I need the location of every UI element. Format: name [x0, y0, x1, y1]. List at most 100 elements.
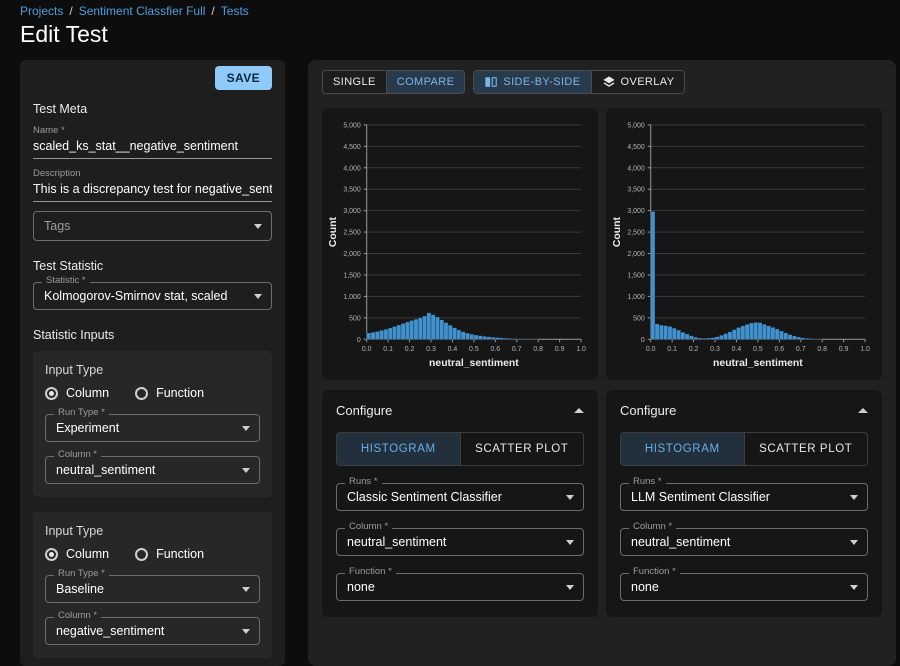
svg-text:0.2: 0.2 — [689, 346, 699, 353]
column-label: Column * — [54, 611, 101, 621]
svg-text:1,000: 1,000 — [627, 294, 645, 301]
svg-text:0.2: 0.2 — [405, 346, 415, 353]
histogram-chart-left: 05001,0001,5002,0002,5003,0003,5004,0004… — [325, 111, 595, 377]
svg-text:0: 0 — [357, 337, 361, 344]
runs-label: Runs * — [345, 477, 382, 487]
svg-text:500: 500 — [349, 315, 361, 322]
radio-function[interactable]: Function — [135, 547, 204, 561]
svg-text:1,000: 1,000 — [343, 294, 361, 301]
overlay-label: OVERLAY — [621, 76, 675, 88]
svg-text:5,000: 5,000 — [627, 122, 645, 129]
column-value: neutral_sentiment — [56, 463, 155, 477]
chevron-down-icon — [242, 426, 250, 431]
breadcrumb-tests[interactable]: Tests — [221, 4, 249, 18]
tab-scatter-plot[interactable]: SCATTER PLOT — [460, 433, 584, 465]
radio-column-label: Column — [66, 547, 109, 561]
run-type-select[interactable]: Run Type * Experiment — [45, 414, 260, 442]
svg-text:0.0: 0.0 — [362, 346, 372, 353]
chart-card-right: 05001,0001,5002,0002,5003,0003,5004,0004… — [606, 108, 882, 380]
input-type-label: Input Type — [45, 363, 260, 377]
radio-column[interactable]: Column — [45, 547, 109, 561]
configure-panel-left: Configure HISTOGRAM SCATTER PLOT Runs * … — [322, 390, 598, 617]
statistic-value: Kolmogorov-Smirnov stat, scaled — [44, 289, 227, 303]
overlay-icon — [602, 75, 616, 89]
svg-text:0.3: 0.3 — [710, 346, 720, 353]
name-label: Name * — [33, 125, 272, 136]
svg-text:neutral_sentiment: neutral_sentiment — [713, 358, 803, 369]
radio-function-label: Function — [156, 386, 204, 400]
runs-select[interactable]: Runs * Classic Sentiment Classifier — [336, 483, 584, 511]
function-value: none — [347, 580, 375, 594]
radio-function[interactable]: Function — [135, 386, 204, 400]
radio-icon — [45, 548, 58, 561]
svg-text:0.9: 0.9 — [555, 346, 565, 353]
statistic-input-group-1: Input Type Column Function Run Type * Ex… — [33, 351, 272, 497]
input-type-label: Input Type — [45, 524, 260, 538]
side-by-side-button[interactable]: SIDE-BY-SIDE — [474, 71, 590, 93]
tab-histogram[interactable]: HISTOGRAM — [621, 433, 744, 465]
function-select[interactable]: Function * none — [336, 573, 584, 601]
breadcrumb-separator: / — [211, 4, 214, 18]
configure-header[interactable]: Configure — [336, 403, 584, 418]
column-select[interactable]: Column * neutral_sentiment — [620, 528, 868, 556]
column-value: neutral_sentiment — [631, 535, 730, 549]
column-select[interactable]: Column * neutral_sentiment — [336, 528, 584, 556]
save-button[interactable]: SAVE — [215, 66, 272, 90]
collapse-caret-icon[interactable] — [858, 408, 868, 413]
configure-title: Configure — [620, 403, 676, 418]
column-value: negative_sentiment — [56, 624, 164, 638]
svg-text:0: 0 — [641, 337, 645, 344]
function-value: none — [631, 580, 659, 594]
histogram-chart-right: 05001,0001,5002,0002,5003,0003,5004,0004… — [609, 111, 879, 377]
svg-text:0.1: 0.1 — [667, 346, 677, 353]
svg-text:1,500: 1,500 — [627, 272, 645, 279]
chevron-down-icon — [566, 495, 574, 500]
tags-select[interactable]: Tags — [33, 211, 272, 241]
configure-row: Configure HISTOGRAM SCATTER PLOT Runs * … — [322, 390, 882, 617]
radio-icon — [135, 548, 148, 561]
radio-icon — [45, 387, 58, 400]
compare-view-label: COMPARE — [397, 76, 455, 88]
runs-label: Runs * — [629, 477, 666, 487]
radio-column[interactable]: Column — [45, 386, 109, 400]
overlay-button[interactable]: OVERLAY — [591, 71, 685, 93]
chevron-down-icon — [850, 495, 858, 500]
tags-placeholder: Tags — [44, 219, 70, 233]
svg-text:3,000: 3,000 — [343, 208, 361, 215]
chevron-down-icon — [566, 585, 574, 590]
chevron-down-icon — [254, 224, 262, 229]
svg-text:4,500: 4,500 — [343, 144, 361, 151]
name-field[interactable]: scaled_ks_stat__negative_sentiment — [33, 139, 272, 159]
run-type-select[interactable]: Run Type * Baseline — [45, 575, 260, 603]
svg-text:4,000: 4,000 — [627, 165, 645, 172]
description-label: Description — [33, 168, 272, 179]
run-type-label: Run Type * — [54, 569, 109, 579]
breadcrumb-projects[interactable]: Projects — [20, 4, 63, 18]
chevron-down-icon — [566, 540, 574, 545]
tab-histogram[interactable]: HISTOGRAM — [337, 433, 460, 465]
description-field[interactable]: This is a discrepancy test for negative_… — [33, 182, 272, 202]
column-label: Column * — [54, 450, 101, 460]
runs-select[interactable]: Runs * LLM Sentiment Classifier — [620, 483, 868, 511]
column-select[interactable]: Column * negative_sentiment — [45, 617, 260, 645]
chart-type-tabs: HISTOGRAM SCATTER PLOT — [336, 432, 584, 466]
charts-row: 05001,0001,5002,0002,5003,0003,5004,0004… — [322, 108, 882, 380]
svg-text:0.9: 0.9 — [839, 346, 849, 353]
function-select[interactable]: Function * none — [620, 573, 868, 601]
single-view-button[interactable]: SINGLE — [323, 71, 386, 93]
configure-title: Configure — [336, 403, 392, 418]
column-select[interactable]: Column * neutral_sentiment — [45, 456, 260, 484]
svg-text:1.0: 1.0 — [576, 346, 586, 353]
configure-header[interactable]: Configure — [620, 403, 868, 418]
page-title: Edit Test — [20, 21, 880, 48]
column-label: Column * — [629, 522, 676, 532]
radio-function-label: Function — [156, 547, 204, 561]
tab-scatter-plot[interactable]: SCATTER PLOT — [744, 433, 868, 465]
collapse-caret-icon[interactable] — [574, 408, 584, 413]
breadcrumb: Projects / Sentiment Classfier Full / Te… — [20, 4, 880, 18]
runs-value: LLM Sentiment Classifier — [631, 490, 770, 504]
breadcrumb-project-name[interactable]: Sentiment Classfier Full — [79, 4, 206, 18]
compare-view-button[interactable]: COMPARE — [386, 71, 465, 93]
chevron-down-icon — [254, 294, 262, 299]
statistic-select[interactable]: Statistic * Kolmogorov-Smirnov stat, sca… — [33, 282, 272, 310]
